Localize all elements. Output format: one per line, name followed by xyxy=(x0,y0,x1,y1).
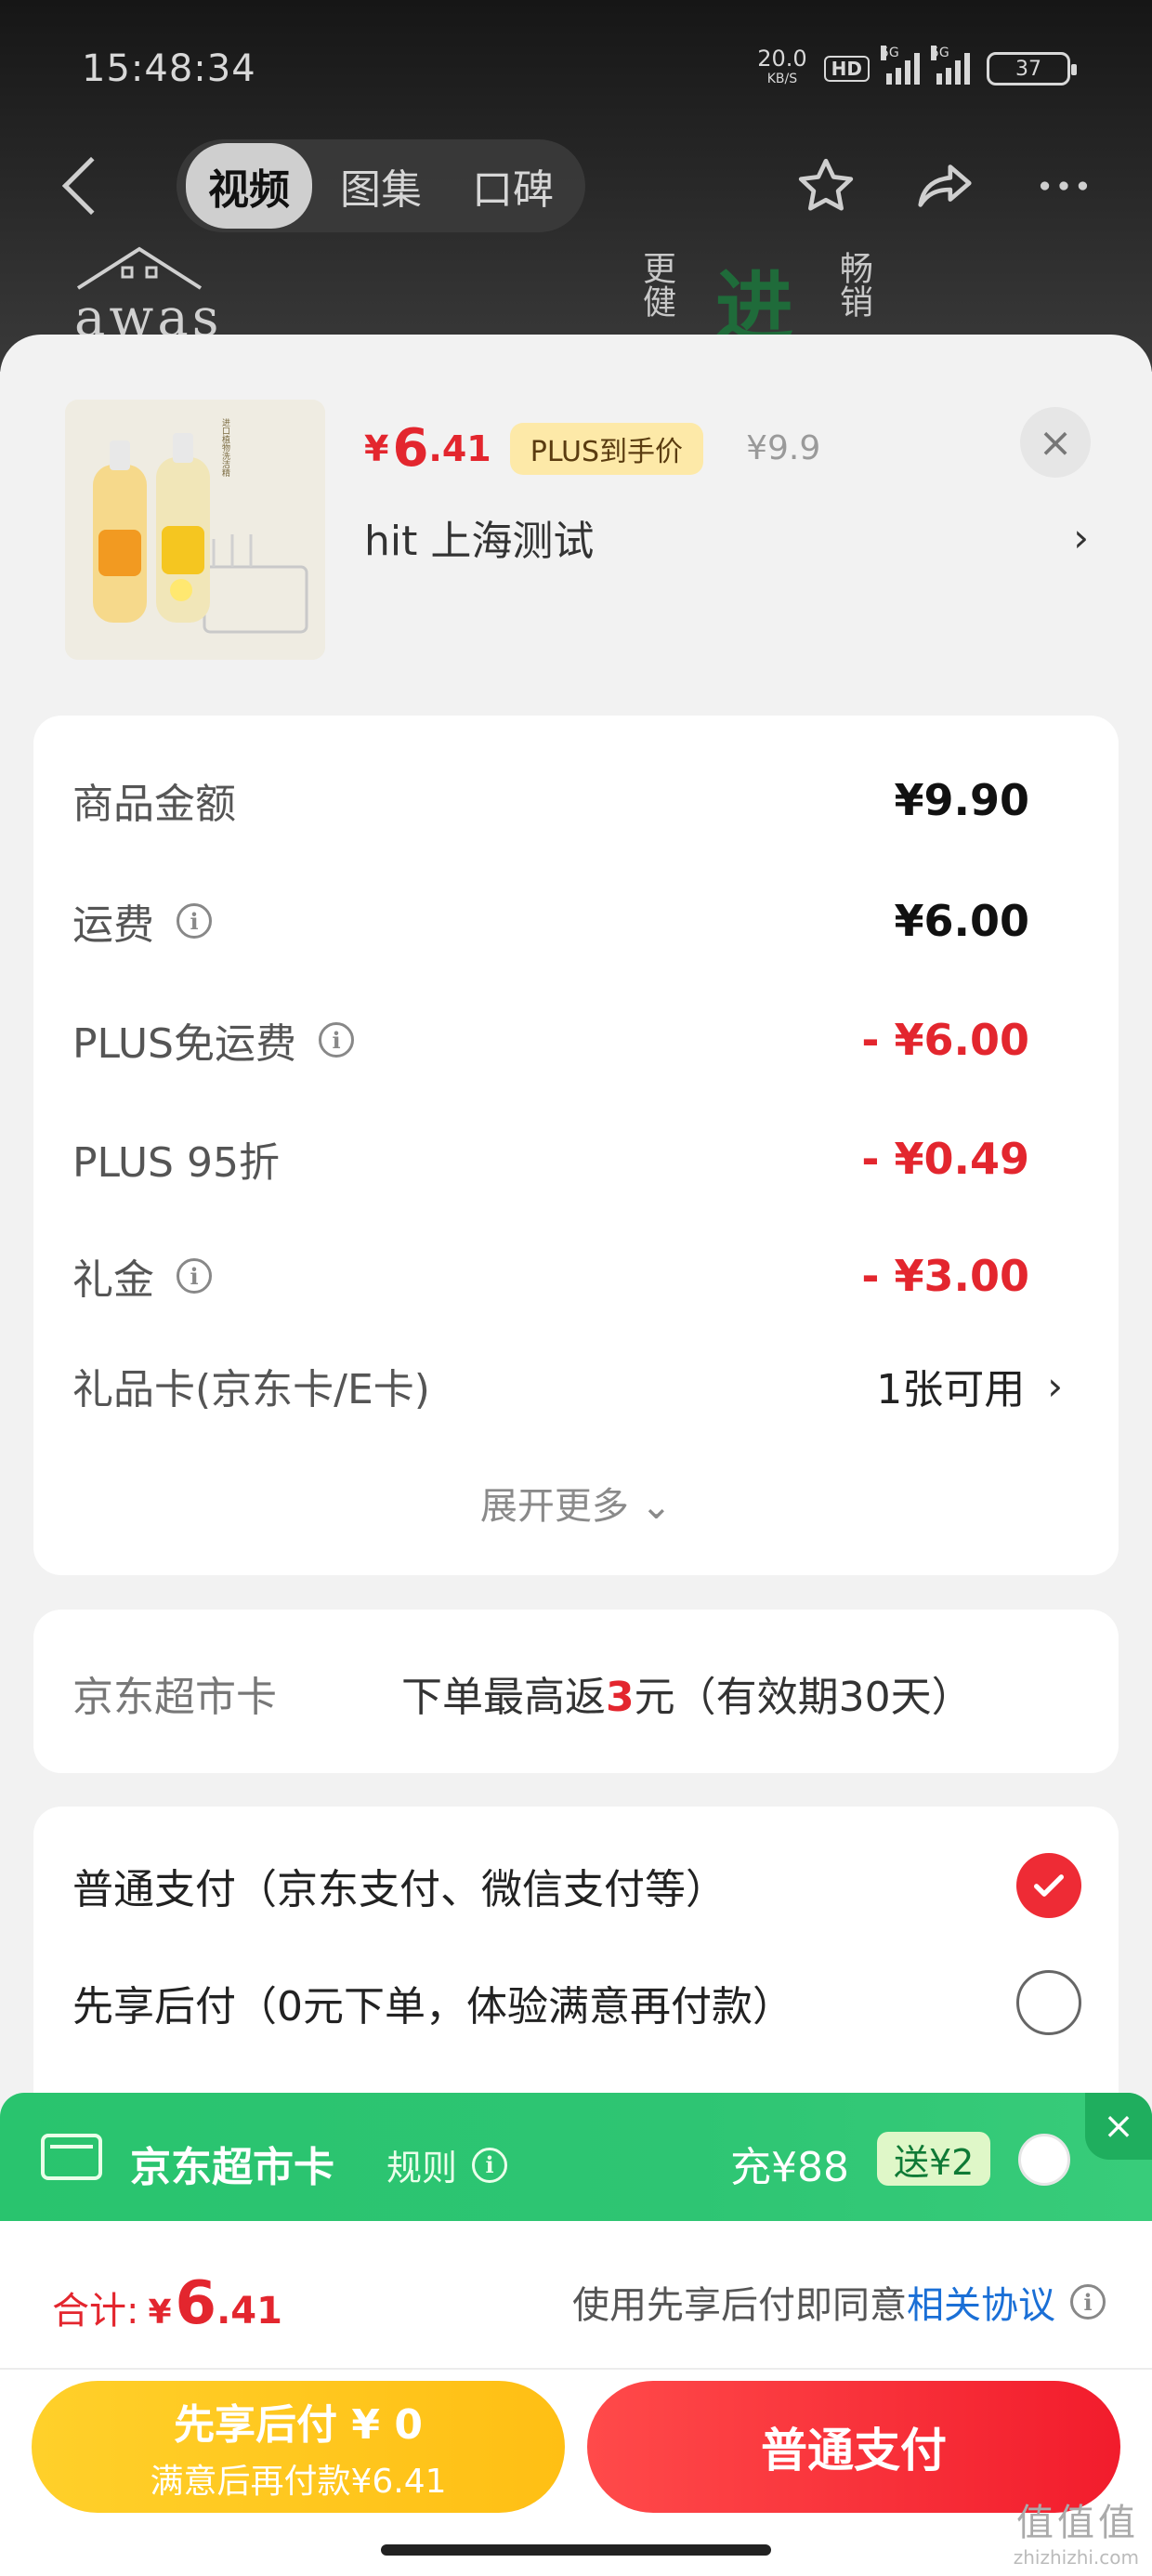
payment-option-normal[interactable]: 普通支付（京东支付、微信支付等） xyxy=(72,1853,1081,1918)
price-currency: ¥ xyxy=(364,427,389,469)
share-icon[interactable] xyxy=(912,153,977,218)
status-bar: 15:48:34 20.0 KB/S HD 5G 5G 37 xyxy=(82,41,1077,97)
fee-value: - ¥3.00 xyxy=(861,1251,1029,1301)
chevron-down-icon: ⌄ xyxy=(640,1485,673,1528)
close-icon: × xyxy=(1103,2105,1134,2148)
payment-option-later[interactable]: 先享后付（0元下单，体验满意再付款） xyxy=(72,1970,1081,2035)
card-icon xyxy=(41,2134,102,2180)
fee-row-shipping: 运费 i ¥6.00 xyxy=(72,888,1029,953)
banner-rule-link[interactable]: 规则 i xyxy=(386,2139,508,2190)
product-thumbnail: 进口植物洗洁精 xyxy=(65,400,325,660)
radio-checked-icon[interactable] xyxy=(1016,1853,1081,1918)
store-row[interactable]: hit 上海测试 › xyxy=(364,507,1089,567)
fee-row-gift-card[interactable]: 礼品卡(京东卡/E卡) 1张可用 › xyxy=(72,1353,1063,1418)
checkout-footer: 合计: ¥ 6 .41 使用先享后付即同意 相关协议 i 先享后付 ¥ 0 满意… xyxy=(0,2221,1152,2576)
banner-select-radio[interactable] xyxy=(1018,2134,1070,2186)
hd-icon: HD xyxy=(823,56,870,82)
info-icon[interactable]: i xyxy=(1070,2284,1106,2320)
info-icon[interactable]: i xyxy=(177,1258,212,1294)
watermark: 值值值 zhizhizhi.com xyxy=(1013,2502,1139,2569)
store-name: hit 上海测试 xyxy=(364,518,595,565)
close-button[interactable]: × xyxy=(1020,407,1091,478)
supermarket-card-banner: 京东超市卡 规则 i 充¥88 送¥2 × xyxy=(0,2093,1152,2221)
battery-icon: 37 xyxy=(987,52,1077,85)
payment-option-label: 普通支付（京东支付、微信支付等） xyxy=(72,1866,727,1913)
banner-title: 京东超市卡 xyxy=(130,2144,334,2191)
info-icon[interactable]: i xyxy=(319,1022,354,1058)
tab-video[interactable]: 视频 xyxy=(186,143,312,229)
fee-value: - ¥0.49 xyxy=(861,1134,1029,1184)
home-indicator[interactable] xyxy=(381,2544,771,2556)
product-image: 进口植物洗洁精 xyxy=(65,400,325,660)
banner-close-button[interactable]: × xyxy=(1085,2093,1152,2160)
checkout-sheet: 进口植物洗洁精 ¥ 6 .41 PLUS到手价 ¥9.9 × hit 上海测试 … xyxy=(0,335,1152,2123)
fee-label: 礼品卡(京东卡/E卡) xyxy=(72,1366,430,1413)
status-icons: 20.0 KB/S HD 5G 5G 37 xyxy=(757,46,1077,89)
product-image-text: 进口植物洗洁精 xyxy=(220,418,230,478)
original-price: ¥9.9 xyxy=(746,429,821,467)
fee-row-gift-money: 礼金 i - ¥3.00 xyxy=(72,1243,1029,1308)
chevron-right-icon: › xyxy=(1073,514,1089,560)
close-icon: × xyxy=(1038,418,1073,467)
top-nav: 视频 图集 口碑 xyxy=(56,139,1096,232)
signal-icon: 5G xyxy=(881,46,920,85)
background-video-page: 15:48:34 20.0 KB/S HD 5G 5G 37 视频 图集 口碑 … xyxy=(0,0,1152,372)
nav-actions xyxy=(793,153,1096,218)
house-icon xyxy=(76,246,203,290)
payment-option-label: 先享后付（0元下单，体验满意再付款） xyxy=(72,1983,793,2031)
fee-row-goods: 商品金额 ¥9.90 xyxy=(72,768,1029,833)
status-time: 15:48:34 xyxy=(82,47,256,90)
info-icon: i xyxy=(472,2147,508,2183)
supermarket-card-label: 京东超市卡 xyxy=(72,1674,277,1721)
fee-label: 礼金 i xyxy=(72,1246,212,1306)
brand-logo: awas xyxy=(74,243,222,348)
media-tabs: 视频 图集 口碑 xyxy=(177,139,585,232)
agreement-text: 使用先享后付即同意 相关协议 i xyxy=(572,2275,1106,2329)
fee-value: - ¥6.00 xyxy=(861,1015,1029,1065)
price-row: ¥ 6 .41 PLUS到手价 ¥9.9 xyxy=(364,418,820,479)
star-icon[interactable] xyxy=(793,153,858,218)
plus-price-badge: PLUS到手价 xyxy=(509,422,704,475)
fee-row-plus-shipping: PLUS免运费 i - ¥6.00 xyxy=(72,1007,1029,1072)
fee-label: 商品金额 xyxy=(72,781,236,828)
payment-method-card: 普通支付（京东支付、微信支付等） 先享后付（0元下单，体验满意再付款） xyxy=(33,1807,1119,2123)
fee-label: PLUS免运费 i xyxy=(72,1010,354,1070)
total-label: 合计: xyxy=(52,2290,139,2333)
fee-label: 运费 i xyxy=(72,891,212,951)
radio-unchecked-icon[interactable] xyxy=(1016,1970,1081,2035)
fee-breakdown-card: 商品金额 ¥9.90 运费 i ¥6.00 PLUS免运费 i - ¥6.00 PL… xyxy=(33,716,1119,1575)
back-icon[interactable] xyxy=(61,156,121,216)
price-integer: 6 xyxy=(392,418,429,479)
total-price: 合计: ¥ 6 .41 xyxy=(52,2269,282,2338)
divider xyxy=(0,2368,1152,2370)
signal-icon: 5G xyxy=(931,46,970,85)
supermarket-card-desc: 下单最高返3元（有效期30天） xyxy=(401,1674,973,1721)
banner-charge-amount: 充¥88 xyxy=(730,2144,849,2191)
expand-more-button[interactable]: 展开更多 ⌄ xyxy=(33,1476,1119,1530)
gift-card-available: 1张可用 › xyxy=(876,1362,1063,1414)
fee-value: ¥6.00 xyxy=(894,896,1029,946)
fee-value: ¥9.90 xyxy=(894,775,1029,825)
info-icon[interactable]: i xyxy=(177,903,212,939)
tab-reviews[interactable]: 口碑 xyxy=(450,143,576,229)
fee-row-plus-discount: PLUS 95折 - ¥0.49 xyxy=(72,1126,1029,1191)
supermarket-card-row: 京东超市卡 下单最高返3元（有效期30天） xyxy=(33,1610,1119,1773)
pay-later-button[interactable]: 先享后付 ¥ 0 满意后再付款¥6.41 xyxy=(32,2381,565,2513)
more-icon[interactable] xyxy=(1031,153,1096,218)
fee-label: PLUS 95折 xyxy=(72,1139,280,1187)
net-speed: 20.0 KB/S xyxy=(757,46,807,86)
chevron-right-icon: › xyxy=(1047,1362,1063,1409)
tab-gallery[interactable]: 图集 xyxy=(318,143,444,229)
banner-gift-badge: 送¥2 xyxy=(877,2132,991,2186)
price-decimal: .41 xyxy=(428,427,491,469)
agreement-link[interactable]: 相关协议 xyxy=(907,2275,1055,2329)
